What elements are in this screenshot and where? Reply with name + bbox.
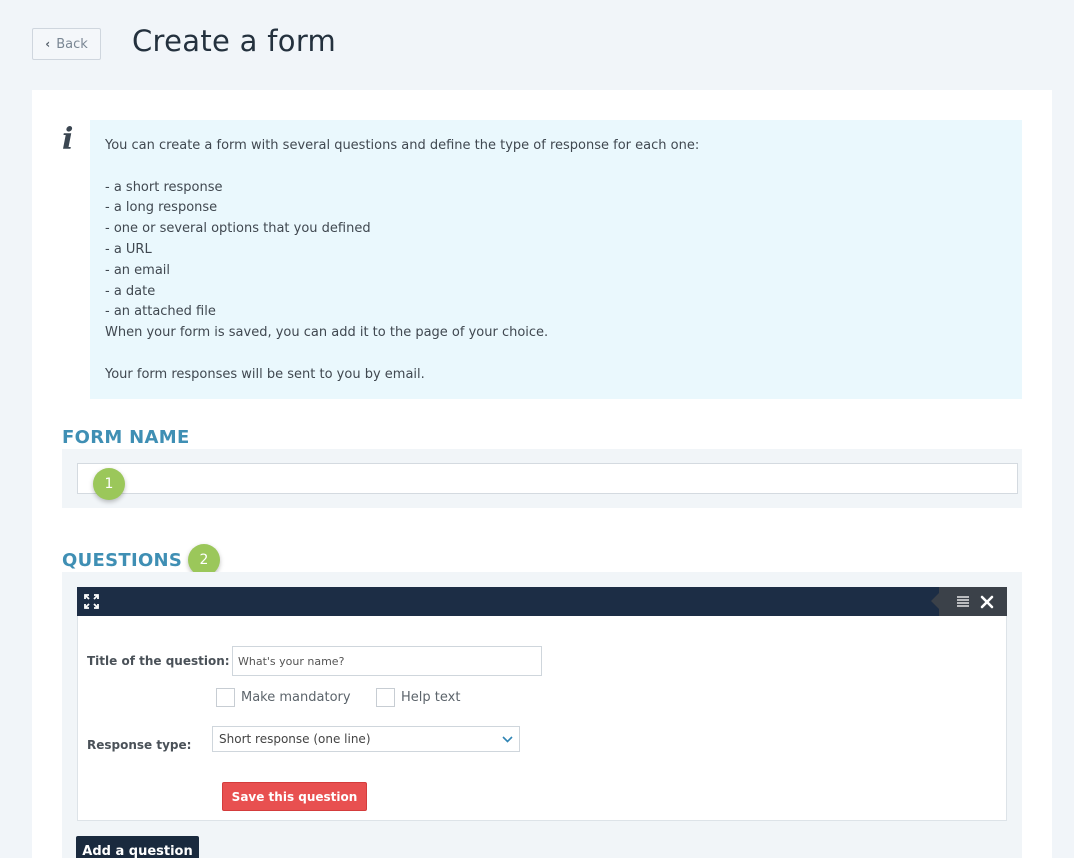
chevron-down-icon <box>502 733 513 746</box>
questions-heading: QUESTIONS <box>62 550 183 571</box>
question-title-input[interactable] <box>232 646 542 676</box>
mandatory-label: Make mandatory <box>241 690 351 705</box>
question-body <box>77 616 1007 821</box>
back-button[interactable]: ‹ Back <box>32 28 101 60</box>
question-title-label: Title of the question: <box>87 654 230 668</box>
response-type-label: Response type: <box>87 738 192 752</box>
menu-icon[interactable] <box>956 594 970 608</box>
save-question-button[interactable]: Save this question <box>222 782 367 811</box>
question-toolbar <box>77 587 1007 616</box>
add-question-button[interactable]: Add a question <box>76 836 199 858</box>
toolbar-actions <box>931 587 1007 616</box>
close-icon[interactable] <box>980 594 994 609</box>
help-text-checkbox[interactable] <box>376 688 395 707</box>
info-text: You can create a form with several quest… <box>105 138 700 382</box>
response-type-value: Short response (one line) <box>219 732 371 746</box>
expand-icon[interactable] <box>84 594 99 609</box>
step-badge-1: 1 <box>93 468 125 500</box>
mandatory-checkbox[interactable] <box>216 688 235 707</box>
response-type-select[interactable]: Short response (one line) <box>212 726 520 752</box>
form-name-input[interactable] <box>77 463 1018 494</box>
info-icon: i <box>62 122 74 157</box>
info-box: You can create a form with several quest… <box>90 120 1022 399</box>
chevron-left-icon: ‹ <box>45 37 51 51</box>
page-title: Create a form <box>132 24 337 58</box>
help-text-label: Help text <box>401 690 461 705</box>
back-label: Back <box>56 36 88 52</box>
form-name-heading: FORM NAME <box>62 427 190 448</box>
